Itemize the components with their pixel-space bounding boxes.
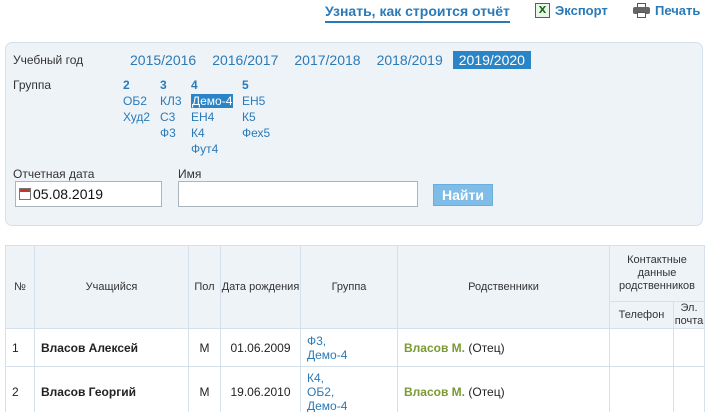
report-date-label: Отчетная дата	[13, 167, 95, 181]
group-option[interactable]: К4	[191, 125, 233, 141]
group-option[interactable]: Худ2	[123, 109, 150, 125]
year-option-active[interactable]: 2019/2020	[452, 51, 531, 69]
row-num: 2	[5, 366, 35, 412]
group-option[interactable]: ЕН4	[191, 109, 233, 125]
header-contacts: Контактные данные родственников	[608, 245, 705, 302]
group-link[interactable]: Демо-4	[307, 348, 391, 362]
year-selector: 2015/2016 2016/2017 2017/2018 2018/2019 …	[124, 51, 535, 69]
grade-column: 2 ОБ2 Худ2	[123, 77, 150, 125]
relative-name-link[interactable]: Власов М.	[404, 385, 465, 399]
phone-cell	[609, 366, 674, 412]
group-cell: Ф3, Демо-4	[300, 328, 398, 367]
filter-panel: Учебный год 2015/2016 2016/2017 2017/201…	[5, 42, 703, 226]
header-sex: Пол	[188, 245, 221, 329]
header-relatives: Родственники	[397, 245, 610, 329]
export-label: Экспорт	[555, 3, 608, 18]
email-cell	[672, 366, 705, 412]
header-group: Группа	[300, 245, 398, 329]
header-birth-date: Дата рождения	[220, 245, 301, 329]
report-date-value: 05.08.2019	[33, 186, 104, 202]
table-row: 2 Власов Георгий М 19.06.2010 К4, ОБ2, Д…	[5, 366, 705, 412]
grade-column: 3 КЛ3 С3 Ф3	[160, 77, 182, 141]
top-toolbar: Узнать, как строится отчёт X Экспорт Печ…	[0, 0, 705, 30]
group-option[interactable]: ЕН5	[242, 93, 270, 109]
grade-heading[interactable]: 3	[160, 77, 182, 93]
group-option[interactable]: Ф3	[160, 125, 182, 141]
print-label: Печать	[655, 3, 701, 18]
student-sex: М	[188, 328, 221, 367]
group-link[interactable]: Ф3,	[307, 334, 391, 348]
birth-date: 01.06.2009	[220, 328, 301, 367]
birth-date: 19.06.2010	[220, 366, 301, 412]
group-link[interactable]: Демо-4	[307, 399, 391, 412]
group-option[interactable]: С3	[160, 109, 182, 125]
year-option[interactable]: 2015/2016	[124, 51, 202, 69]
grade-column: 5 ЕН5 К5 Фех5	[242, 77, 270, 141]
year-label: Учебный год	[13, 53, 84, 67]
excel-icon: X	[535, 3, 550, 18]
header-num: №	[5, 245, 35, 329]
year-option[interactable]: 2016/2017	[206, 51, 284, 69]
group-option[interactable]: Фут4	[191, 141, 233, 157]
print-button[interactable]: Печать	[633, 3, 700, 18]
header-phone: Телефон	[609, 301, 674, 329]
student-name-link[interactable]: Власов Георгий	[34, 366, 189, 412]
group-link[interactable]: К4,	[307, 371, 391, 385]
grade-heading[interactable]: 4	[191, 77, 233, 93]
group-option[interactable]: КЛ3	[160, 93, 182, 109]
relative-name-link[interactable]: Власов М.	[404, 341, 465, 355]
phone-cell	[609, 328, 674, 367]
relatives-cell: Власов М. (Отец)	[397, 328, 610, 367]
group-option[interactable]: К5	[242, 109, 270, 125]
grade-heading[interactable]: 5	[242, 77, 270, 93]
year-option[interactable]: 2017/2018	[288, 51, 366, 69]
name-input[interactable]	[178, 181, 418, 207]
group-option[interactable]: Фех5	[242, 125, 270, 141]
find-button[interactable]: Найти	[433, 184, 493, 206]
report-date-input[interactable]: 05.08.2019	[15, 181, 162, 207]
group-label: Группа	[13, 78, 52, 92]
relative-role: (Отец)	[468, 384, 505, 399]
student-sex: М	[188, 366, 221, 412]
students-table: № Учащийся Пол Дата рождения Группа Родс…	[5, 245, 705, 412]
group-option-active[interactable]: Демо-4	[191, 94, 234, 108]
grade-column: 4 Демо-4 ЕН4 К4 Фут4	[191, 77, 234, 157]
group-link[interactable]: ОБ2,	[307, 385, 391, 399]
table-row: 1 Власов Алексей М 01.06.2009 Ф3, Демо-4…	[5, 328, 705, 367]
name-label: Имя	[178, 167, 202, 181]
email-cell	[672, 328, 705, 367]
student-name-link[interactable]: Власов Алексей	[34, 328, 189, 367]
how-report-built-link[interactable]: Узнать, как строится отчёт	[325, 3, 510, 23]
group-option[interactable]: ОБ2	[123, 93, 150, 109]
calendar-icon[interactable]	[19, 188, 31, 200]
year-option[interactable]: 2018/2019	[371, 51, 449, 69]
printer-icon	[633, 3, 650, 18]
relative-role: (Отец)	[468, 340, 505, 355]
header-email: Эл. почта	[672, 301, 705, 329]
grade-heading[interactable]: 2	[123, 77, 150, 93]
header-student: Учащийся	[34, 245, 189, 329]
export-button[interactable]: X Экспорт	[535, 3, 608, 18]
relatives-cell: Власов М. (Отец)	[397, 366, 610, 412]
row-num: 1	[5, 328, 35, 367]
group-cell: К4, ОБ2, Демо-4	[300, 366, 398, 412]
